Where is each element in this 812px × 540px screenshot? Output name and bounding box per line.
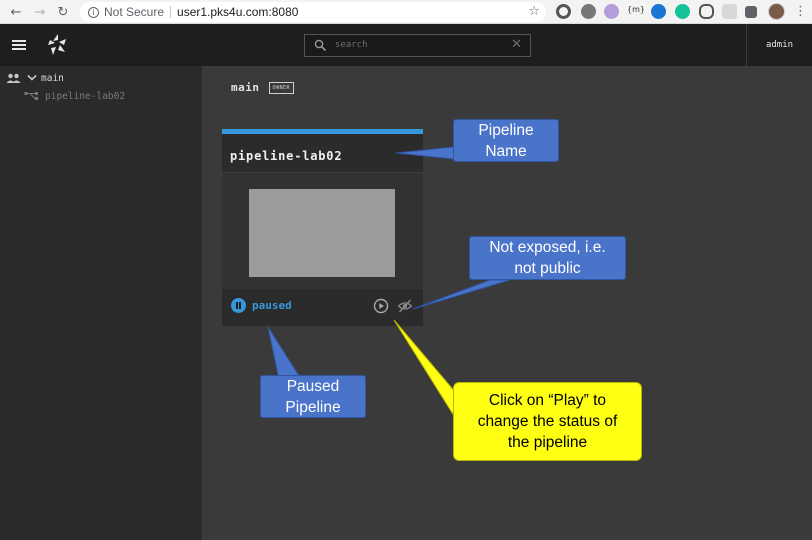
browser-menu-icon[interactable]: ⋮	[794, 4, 807, 19]
extension-gray-icon[interactable]	[581, 4, 596, 19]
search-input[interactable]: search ✕	[304, 34, 531, 57]
pointer-not-exposed	[412, 279, 511, 310]
team-people-icon	[6, 73, 21, 83]
callout-pipeline-name: Pipeline Name	[453, 119, 559, 162]
callout-play-line3: the pipeline	[507, 434, 588, 451]
callout-pipeline-name-line1: Pipeline	[478, 121, 534, 139]
grammarly-icon[interactable]	[675, 4, 690, 19]
callout-pipeline-name-line2: Name	[485, 142, 527, 160]
pointer-paused	[267, 326, 302, 380]
visibility-hidden-icon[interactable]	[397, 298, 413, 314]
callout-not-exposed: Not exposed, i.e. not public	[469, 236, 626, 280]
extension-purple-icon[interactable]	[604, 4, 619, 19]
security-label: Not Secure	[104, 5, 165, 19]
callout-paused: Paused Pipeline	[260, 375, 366, 418]
sidebar-team-label: main	[41, 72, 64, 84]
callout-play: Click on “Play” to change the status of …	[453, 382, 642, 461]
pipeline-status: paused	[252, 299, 292, 312]
chevron-down-icon[interactable]	[27, 74, 37, 82]
callout-paused-line1: Paused	[286, 377, 340, 395]
pointer-play	[393, 319, 457, 421]
extension-glasses-icon[interactable]	[699, 4, 714, 19]
concourse-logo-icon[interactable]	[44, 31, 72, 59]
extension-circle-icon[interactable]	[556, 4, 571, 19]
callout-paused-line2: Pipeline	[285, 398, 341, 416]
callout-not-exposed-line2: not public	[514, 260, 581, 277]
back-arrow-icon[interactable]: ←	[7, 3, 25, 21]
info-icon[interactable]: i	[88, 6, 99, 18]
owner-badge: OWNER	[268, 81, 295, 94]
pipeline-preview[interactable]	[249, 189, 395, 277]
reload-icon[interactable]: ↻	[54, 3, 72, 21]
search-icon	[314, 39, 327, 52]
sidebar-pipeline-label: pipeline-lab02	[45, 90, 126, 102]
extension-code-icon[interactable]: {m}	[627, 5, 645, 14]
team-title: main	[231, 81, 260, 94]
pipeline-preview-area[interactable]	[222, 173, 423, 289]
browser-toolbar: ← → ↻ i Not Secure user1.pks4u.com:8080 …	[0, 0, 812, 24]
address-separator	[170, 6, 172, 18]
address-bar[interactable]: i Not Secure user1.pks4u.com:8080 ☆	[80, 2, 546, 22]
bookmark-star-icon[interactable]: ☆	[528, 4, 540, 19]
search-placeholder: search	[335, 40, 368, 50]
callout-play-line1: Click on “Play” to	[488, 392, 607, 409]
extensions-puzzle-icon[interactable]	[745, 6, 757, 18]
callout-not-exposed-line1: Not exposed, i.e.	[489, 239, 606, 256]
pipeline-icon	[24, 92, 38, 100]
pipeline-card-footer: paused	[222, 289, 423, 326]
extension-blue-icon[interactable]	[651, 4, 666, 19]
extension-page-icon[interactable]	[722, 4, 737, 19]
url-text: user1.pks4u.com:8080	[177, 5, 299, 19]
forward-arrow-icon[interactable]: →	[31, 3, 49, 21]
pipeline-card-title[interactable]: pipeline-lab02	[230, 149, 342, 163]
sidebar-item-pipeline[interactable]: pipeline-lab02	[24, 89, 125, 103]
callout-play-line2: change the status of	[477, 413, 618, 430]
hamburger-menu-icon[interactable]	[12, 40, 26, 50]
team-header: main OWNER	[231, 81, 295, 94]
profile-avatar[interactable]	[768, 3, 785, 20]
app-header: search ✕ admin	[0, 24, 812, 66]
pipeline-card[interactable]: pipeline-lab02 paused	[222, 129, 423, 326]
sidebar: main pipeline-lab02	[0, 66, 203, 540]
paused-status-icon	[231, 298, 246, 313]
user-menu[interactable]: admin	[746, 24, 812, 66]
play-button-icon[interactable]	[373, 298, 389, 314]
clear-search-icon[interactable]: ✕	[511, 37, 522, 52]
sidebar-team-main[interactable]: main	[6, 71, 64, 85]
